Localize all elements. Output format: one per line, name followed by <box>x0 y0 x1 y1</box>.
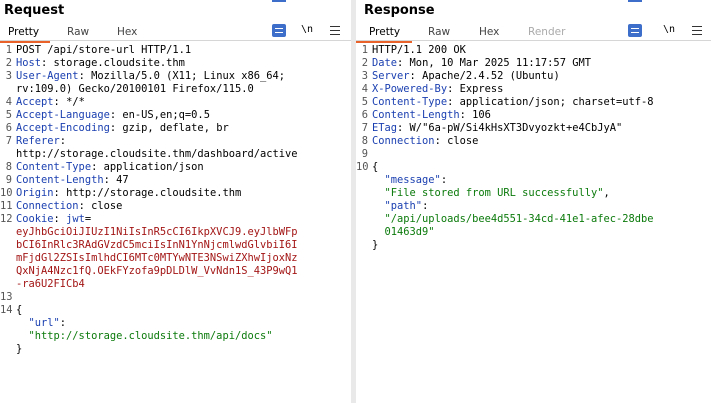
request-tabs: Pretty Raw Hex <box>0 23 351 43</box>
header-line: 6 Accept-Encoding: gzip, deflate, br <box>5 122 229 134</box>
body-key-line: "path": <box>384 200 429 212</box>
body-key-line: "url": <box>28 317 67 329</box>
cookie-value: QxNjA4Nzc1fQ.OEkFYzofa9pDLDlW_VvNdn1S_43… <box>16 265 298 277</box>
blank-line: 13 <box>0 291 13 303</box>
header-line: 5 Accept-Language: en-US,en;q=0.5 <box>5 109 210 121</box>
cookie-value: bCI6InRlc3RAdGVzdC5mciIsInN1YnNjcmlwdGlv… <box>16 239 298 251</box>
request-tab-pretty[interactable]: Pretty <box>8 23 39 41</box>
response-panel: Response \n Pretty Raw Hex Render 1 HTTP/… <box>356 0 711 403</box>
body-value-line: 01463d9" <box>384 226 435 238</box>
header-line: 8 Content-Type: application/json <box>5 161 204 173</box>
header-line: 7 Referer: <box>5 135 67 147</box>
request-editor[interactable]: 1 POST /api/store-url HTTP/1.1 2 Host: sto… <box>0 44 351 356</box>
response-tab-hex[interactable]: Hex <box>479 23 499 41</box>
header-continuation: rv:109.0) Gecko/20100101 Firefox/115.0 <box>16 83 254 95</box>
body-value-line: "http://storage.cloudsite.thm/api/docs" <box>28 330 273 342</box>
request-tab-active-indicator <box>0 41 50 43</box>
cookie-value: -ra6U2FICb4 <box>16 278 85 290</box>
header-line: 3 Server: Apache/2.4.52 (Ubuntu) <box>361 70 560 82</box>
header-line: 4 X-Powered-By: Express <box>361 83 504 95</box>
response-editor[interactable]: 1 HTTP/1.1 200 OK 2 Date: Mon, 10 Mar 2025… <box>356 44 711 252</box>
response-tab-render[interactable]: Render <box>528 23 565 41</box>
header-line: 8 Connection: close <box>361 135 479 147</box>
header-line: 11 Connection: close <box>0 200 123 212</box>
header-line: 3 User-Agent: Mozilla/5.0 (X11; Linux x86… <box>5 70 286 82</box>
blank-line: 9 <box>361 148 368 160</box>
request-panel: Request \n Pretty Raw Hex 1 POST /api/sto… <box>0 0 351 403</box>
header-line: 2 Date: Mon, 10 Mar 2025 11:17:57 GMT <box>361 57 591 69</box>
body-value-line: "/api/uploads/bee4d551-34cd-41e1-afec-28… <box>384 213 654 225</box>
request-toolbar-accent <box>272 0 286 2</box>
request-tab-hex[interactable]: Hex <box>117 23 137 41</box>
response-tab-raw[interactable]: Raw <box>428 23 450 41</box>
response-tabs: Pretty Raw Hex Render <box>356 23 711 43</box>
response-tab-pretty[interactable]: Pretty <box>369 23 400 41</box>
response-tab-divider <box>356 40 711 41</box>
response-toolbar-accent <box>628 0 642 2</box>
cookie-value: mFjdGl2ZSIsImlhdCI6MTc0MTYwNTE3NSwiZXhwI… <box>16 252 298 264</box>
body-line: 14{ <box>0 304 23 316</box>
request-line: 1 POST /api/store-url HTTP/1.1 <box>5 44 192 56</box>
header-line: 10 Origin: http://storage.cloudsite.thm <box>0 187 242 199</box>
request-tab-raw[interactable]: Raw <box>67 23 89 41</box>
header-line: 9 Content-Length: 47 <box>5 174 129 186</box>
header-line: 7 ETag: W/"6a-pW/Si4kHsXT3Dvyozkt+e4CbJyA… <box>361 122 623 134</box>
cookie-value: eyJhbGciOiJIUzI1NiIsInR5cCI6IkpXVCJ9.eyJ… <box>16 226 298 238</box>
response-tab-active-indicator <box>356 41 412 43</box>
body-key-line: "message": <box>384 174 448 186</box>
body-value-line: "File stored from URL successfully", <box>384 187 610 199</box>
header-line: 6 Content-Length: 106 <box>361 109 491 121</box>
header-line: 4 Accept: */* <box>5 96 85 108</box>
request-title: Request <box>4 3 65 18</box>
header-continuation: http://storage.cloudsite.thm/dashboard/a… <box>16 148 298 160</box>
body-close: } <box>372 239 379 251</box>
header-line: 5 Content-Type: application/json; charset… <box>361 96 654 108</box>
response-title: Response <box>364 3 435 18</box>
request-tab-divider <box>0 40 351 41</box>
body-close: } <box>16 343 23 355</box>
status-line: 1 HTTP/1.1 200 OK <box>361 44 466 56</box>
cookie-line: 12 Cookie: jwt= <box>0 213 92 225</box>
body-line: 10{ <box>356 161 379 173</box>
header-line: 2 Host: storage.cloudsite.thm <box>5 57 185 69</box>
